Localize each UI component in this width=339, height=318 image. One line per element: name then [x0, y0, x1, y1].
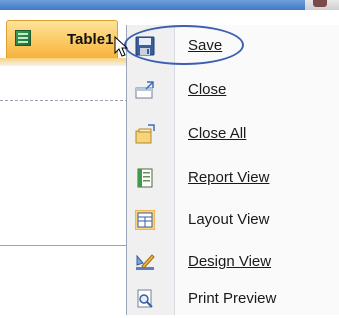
ribbon-corner [305, 0, 339, 10]
menu-item-label: Layout View [188, 211, 270, 228]
ribbon-strip [0, 0, 339, 10]
print-preview-icon [137, 289, 153, 308]
menu-item-label: Design View [188, 253, 272, 270]
menu-item-label: Report View [188, 169, 270, 186]
menu-item-layout-view[interactable]: Layout View [127, 201, 339, 239]
menu-item-label: Print Preview [188, 290, 277, 307]
divider-line [0, 245, 126, 246]
document-tab-label: Table1 [67, 31, 114, 48]
document-workspace: Table1 [0, 10, 126, 315]
layout-view-icon [135, 210, 155, 230]
menu-item-print-preview[interactable]: Print Preview [127, 280, 339, 318]
divider-line [0, 100, 126, 101]
document-tab-table1[interactable]: Table1 [6, 20, 118, 58]
table-icon [15, 30, 31, 46]
report-view-icon [137, 168, 153, 188]
menu-item-close[interactable]: Close [127, 71, 339, 109]
menu-item-report-view[interactable]: Report View [127, 159, 339, 197]
highlight-circle [124, 25, 244, 65]
close-all-icon [135, 124, 155, 144]
menu-item-close-all[interactable]: Close All [127, 115, 339, 153]
context-menu: Save Close Close All Report View Layout … [126, 25, 339, 315]
close-window-icon [135, 81, 154, 99]
tab-underline [0, 58, 126, 66]
design-view-icon [136, 254, 155, 270]
menu-item-design-view[interactable]: Design View [127, 243, 339, 281]
menu-item-label: Close All [188, 125, 247, 142]
menu-item-label: Close [188, 81, 227, 98]
mouse-pointer-icon [114, 36, 129, 57]
